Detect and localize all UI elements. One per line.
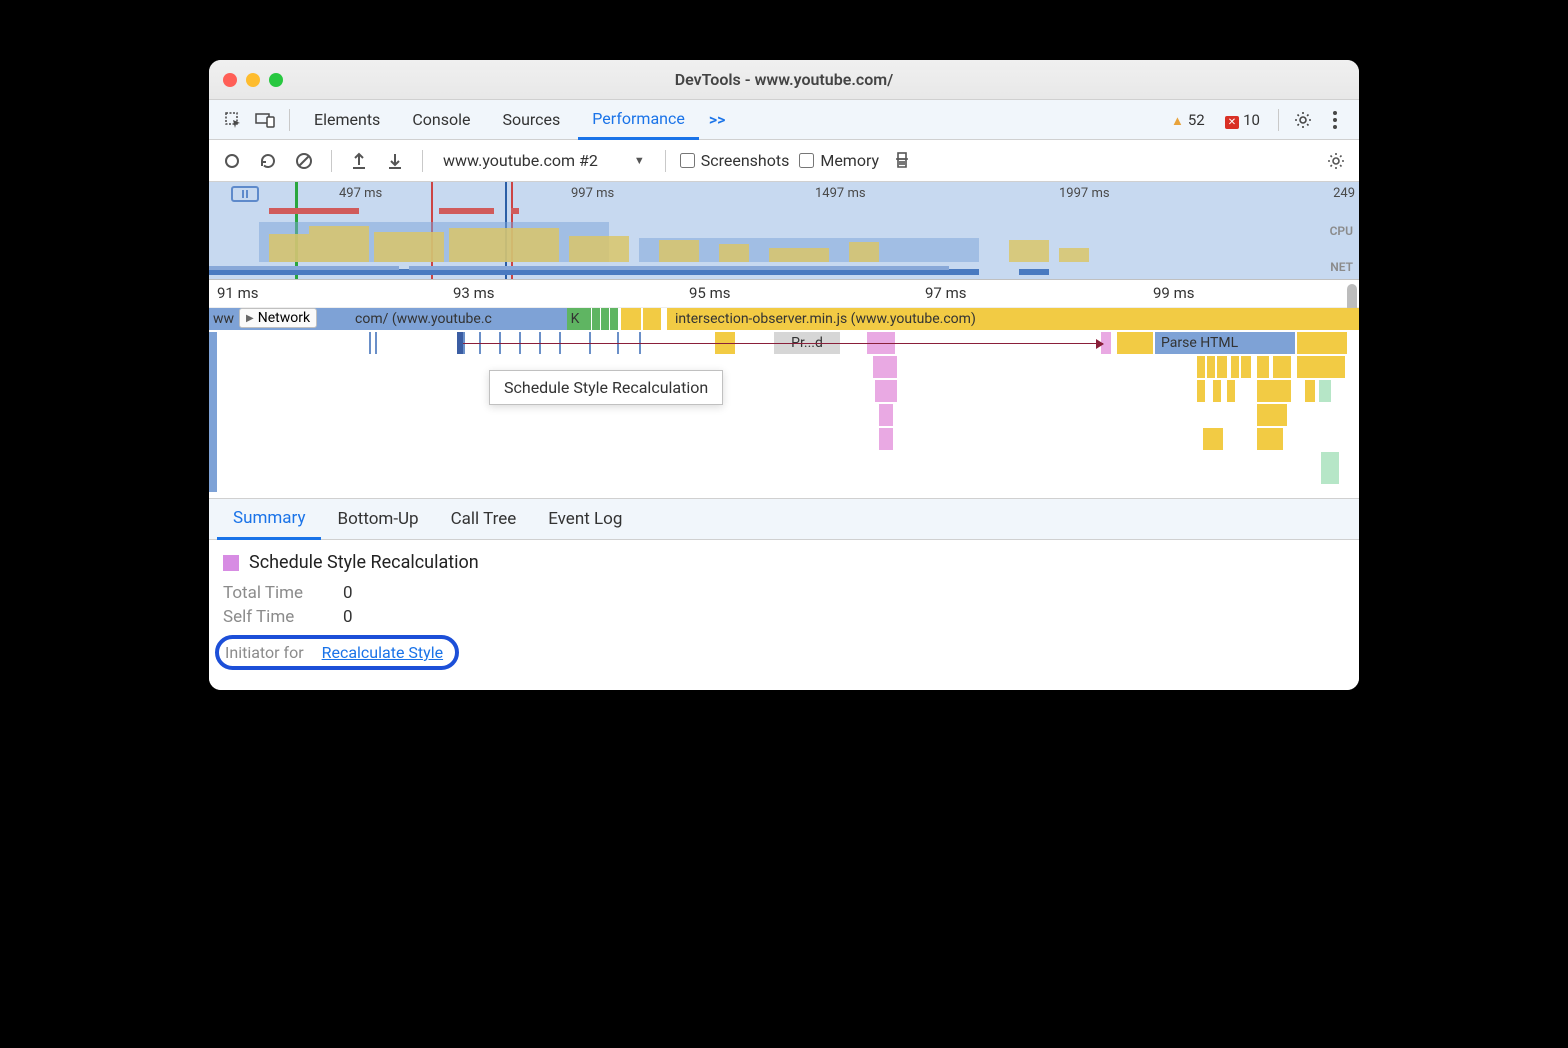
panel-tabs: Elements Console Sources Performance >> …	[209, 100, 1359, 140]
minimize-icon[interactable]	[246, 73, 260, 87]
tab-performance[interactable]: Performance	[578, 101, 699, 140]
ruler-tick: 93 ms	[453, 284, 494, 302]
subtab-call-tree[interactable]: Call Tree	[435, 499, 533, 539]
flame-bar[interactable]: intersection-observer.min.js (www.youtub…	[667, 308, 1359, 330]
subtab-event-log[interactable]: Event Log	[532, 499, 638, 539]
overview-tick: 1997 ms	[1059, 186, 1110, 201]
subtab-bottom-up[interactable]: Bottom-Up	[321, 499, 434, 539]
reload-icon[interactable]	[255, 148, 281, 174]
flame-bar[interactable]	[621, 308, 629, 330]
flame-bar[interactable]	[583, 308, 591, 330]
devtools-window: DevTools - www.youtube.com/ Elements Con…	[209, 60, 1359, 690]
summary-title: Schedule Style Recalculation	[249, 552, 479, 573]
self-time-label: Self Time	[223, 607, 323, 627]
flame-bar[interactable]	[610, 308, 618, 330]
memory-checkbox[interactable]: Memory	[799, 151, 879, 170]
ruler-tick: 99 ms	[1153, 284, 1194, 302]
details-tabs: Summary Bottom-Up Call Tree Event Log	[209, 498, 1359, 540]
flame-bar[interactable]	[643, 308, 651, 330]
event-color-swatch	[223, 555, 239, 571]
clear-icon[interactable]	[291, 148, 317, 174]
more-tabs-icon[interactable]: >>	[703, 110, 732, 129]
cpu-chart	[209, 222, 1359, 262]
subtab-summary[interactable]: Summary	[217, 500, 321, 540]
network-track-label[interactable]: Network	[239, 308, 317, 328]
flame-bar[interactable]	[879, 404, 893, 426]
net-bar	[1019, 269, 1049, 275]
flame-bar[interactable]	[879, 428, 893, 450]
maximize-icon[interactable]	[269, 73, 283, 87]
capture-settings-icon[interactable]	[1323, 148, 1349, 174]
flame-bar[interactable]	[592, 308, 600, 330]
flame-bar[interactable]	[873, 356, 897, 378]
total-time-value: 0	[343, 583, 353, 603]
ruler-tick: 95 ms	[689, 284, 730, 302]
overview-tick: 1497 ms	[815, 186, 866, 201]
flame-bar[interactable]	[1117, 332, 1153, 354]
flame-bar[interactable]	[209, 332, 217, 492]
separator	[1278, 109, 1279, 131]
separator	[665, 150, 666, 172]
ruler-tick: 97 ms	[925, 284, 966, 302]
flame-bar[interactable]	[1297, 332, 1347, 354]
kebab-menu-icon[interactable]	[1321, 106, 1349, 134]
tab-console[interactable]: Console	[398, 100, 484, 139]
initiator-arrow	[463, 343, 1103, 344]
device-toggle-icon[interactable]	[251, 106, 279, 134]
flame-chart[interactable]: ww Network com/ (www.youtube.c K interse…	[209, 308, 1359, 498]
initiator-label: Initiator for	[225, 643, 304, 662]
garbage-collect-icon[interactable]	[889, 148, 915, 174]
net-label: NET	[1330, 260, 1353, 274]
upload-icon[interactable]	[346, 148, 372, 174]
memory-label: Memory	[820, 151, 879, 170]
flame-bar[interactable]: Parse HTML	[1155, 332, 1295, 354]
titlebar: DevTools - www.youtube.com/	[209, 60, 1359, 100]
overview-tick: 997 ms	[571, 186, 614, 201]
overview-tick: 497 ms	[339, 186, 382, 201]
separator	[422, 150, 423, 172]
record-icon[interactable]	[219, 148, 245, 174]
overview-timeline[interactable]: 497 ms 997 ms 1497 ms 1997 ms 249 CPU NE…	[209, 182, 1359, 280]
warnings-count[interactable]: 52	[1171, 111, 1205, 129]
tab-elements[interactable]: Elements	[300, 100, 394, 139]
errors-count[interactable]: 10	[1225, 111, 1260, 129]
initiator-highlight: Initiator for Recalculate Style	[215, 635, 459, 670]
self-time-value: 0	[343, 607, 353, 627]
time-ruler[interactable]: 91 ms 93 ms 95 ms 97 ms 99 ms	[209, 280, 1359, 308]
target-label: www.youtube.com #2	[443, 151, 598, 170]
close-icon[interactable]	[223, 73, 237, 87]
ruler-tick: 91 ms	[217, 284, 258, 302]
screenshots-label: Screenshots	[701, 151, 790, 170]
inspect-icon[interactable]	[219, 106, 247, 134]
flame-bar[interactable]	[651, 308, 661, 330]
screenshots-checkbox[interactable]: Screenshots	[680, 151, 790, 170]
flame-bar[interactable]	[601, 308, 609, 330]
tab-sources[interactable]: Sources	[488, 100, 574, 139]
summary-panel: Schedule Style Recalculation Total Time …	[209, 540, 1359, 690]
total-time-label: Total Time	[223, 583, 323, 603]
performance-toolbar: www.youtube.com #2 Screenshots Memory	[209, 140, 1359, 182]
target-dropdown[interactable]: www.youtube.com #2	[437, 149, 651, 172]
separator	[289, 109, 290, 131]
initiator-link[interactable]: Recalculate Style	[322, 643, 443, 662]
flame-tooltip: Schedule Style Recalculation	[489, 370, 723, 405]
flame-bar[interactable]	[875, 380, 897, 402]
overview-range-handle[interactable]	[231, 186, 259, 202]
settings-icon[interactable]	[1289, 106, 1317, 134]
traffic-lights	[223, 73, 283, 87]
summary-title-row: Schedule Style Recalculation	[223, 552, 1345, 573]
window-title: DevTools - www.youtube.com/	[209, 70, 1359, 89]
flame-bar[interactable]	[629, 308, 641, 330]
separator	[331, 150, 332, 172]
overview-tick: 249	[1333, 186, 1355, 201]
flame-bar[interactable]: com/ (www.youtube.c	[349, 308, 567, 330]
flame-bar[interactable]: K	[567, 308, 583, 330]
download-icon[interactable]	[382, 148, 408, 174]
